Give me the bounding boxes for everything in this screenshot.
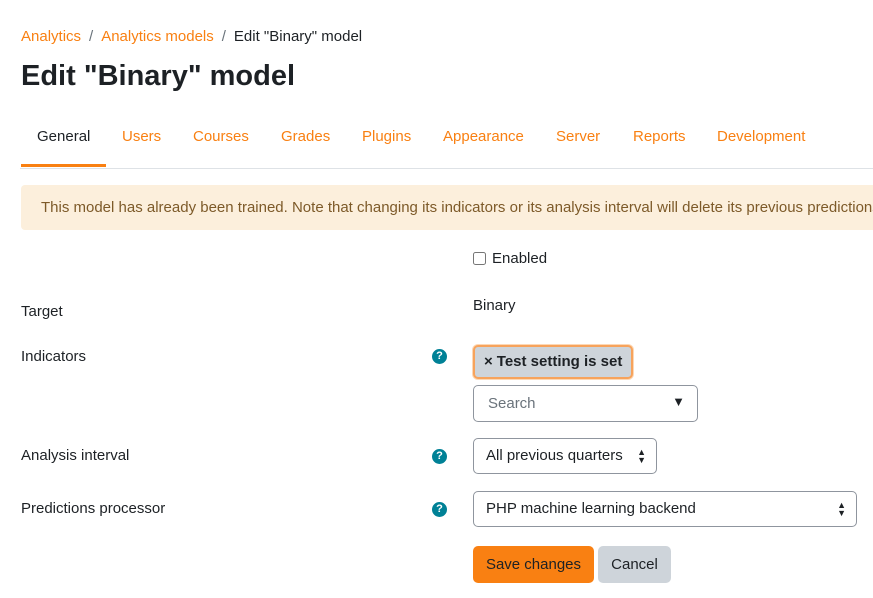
tab-courses[interactable]: Courses bbox=[177, 106, 265, 167]
indicator-tag[interactable]: × Test setting is set bbox=[473, 345, 634, 379]
remove-tag-icon[interactable]: × bbox=[484, 353, 493, 370]
enabled-checkbox-row[interactable]: Enabled bbox=[473, 250, 547, 267]
tab-general[interactable]: General bbox=[21, 106, 107, 167]
breadcrumb-current: Edit "Binary" model bbox=[233, 28, 363, 45]
tab-server[interactable]: Server bbox=[540, 106, 616, 167]
indicators-help-icon[interactable]: ? bbox=[432, 349, 447, 364]
enabled-label: Enabled bbox=[492, 250, 548, 267]
save-changes-button[interactable]: Save changes bbox=[473, 546, 594, 583]
tab-users[interactable]: Users bbox=[106, 106, 177, 167]
breadcrumb-link-analytics[interactable]: Analytics bbox=[21, 28, 81, 45]
tab-reports[interactable]: Reports bbox=[617, 106, 702, 167]
indicators-search-input[interactable] bbox=[486, 394, 660, 413]
tab-plugins[interactable]: Plugins bbox=[346, 106, 427, 167]
breadcrumb-link-analytics-models[interactable]: Analytics models bbox=[101, 28, 214, 45]
cancel-button[interactable]: Cancel bbox=[598, 546, 671, 583]
select-arrows-icon: ▲ ▼ bbox=[637, 439, 646, 473]
select-arrows-icon: ▲ ▼ bbox=[837, 492, 846, 526]
select-down-arrow-icon: ▼ bbox=[837, 508, 846, 518]
warning-alert: This model has already been trained. Not… bbox=[21, 185, 873, 230]
analysis-interval-value: All previous quarters bbox=[486, 447, 623, 464]
tab-grades[interactable]: Grades bbox=[265, 106, 346, 167]
analysis-interval-label: Analysis interval bbox=[21, 447, 130, 464]
predictions-processor-value: PHP machine learning backend bbox=[486, 500, 696, 517]
enabled-checkbox[interactable] bbox=[473, 252, 486, 265]
select-down-arrow-icon: ▼ bbox=[637, 455, 646, 465]
indicator-tag-label: Test setting is set bbox=[496, 353, 623, 370]
predictions-processor-help-icon[interactable]: ? bbox=[432, 502, 447, 517]
predictions-processor-label: Predictions processor bbox=[21, 500, 166, 517]
dropdown-arrow-icon[interactable]: ▼ bbox=[672, 394, 685, 409]
target-label: Target bbox=[21, 303, 63, 320]
breadcrumb: Analytics / Analytics models / Edit "Binary"… bbox=[21, 28, 362, 45]
settings-tabs: General Users Courses Grades Plugins App… bbox=[20, 106, 873, 169]
analysis-interval-select[interactable]: All previous quarters ▲ ▼ bbox=[473, 438, 657, 474]
indicators-search[interactable]: ▼ bbox=[473, 385, 698, 422]
predictions-processor-select[interactable]: PHP machine learning backend ▲ ▼ bbox=[473, 491, 857, 527]
breadcrumb-separator: / bbox=[89, 28, 94, 45]
target-value: Binary bbox=[473, 297, 516, 314]
tab-development[interactable]: Development bbox=[701, 106, 821, 167]
tab-appearance[interactable]: Appearance bbox=[427, 106, 540, 167]
breadcrumb-separator: / bbox=[221, 28, 226, 45]
indicators-label: Indicators bbox=[21, 348, 87, 365]
page-title: Edit "Binary" model bbox=[21, 60, 296, 92]
analysis-interval-help-icon[interactable]: ? bbox=[432, 449, 447, 464]
